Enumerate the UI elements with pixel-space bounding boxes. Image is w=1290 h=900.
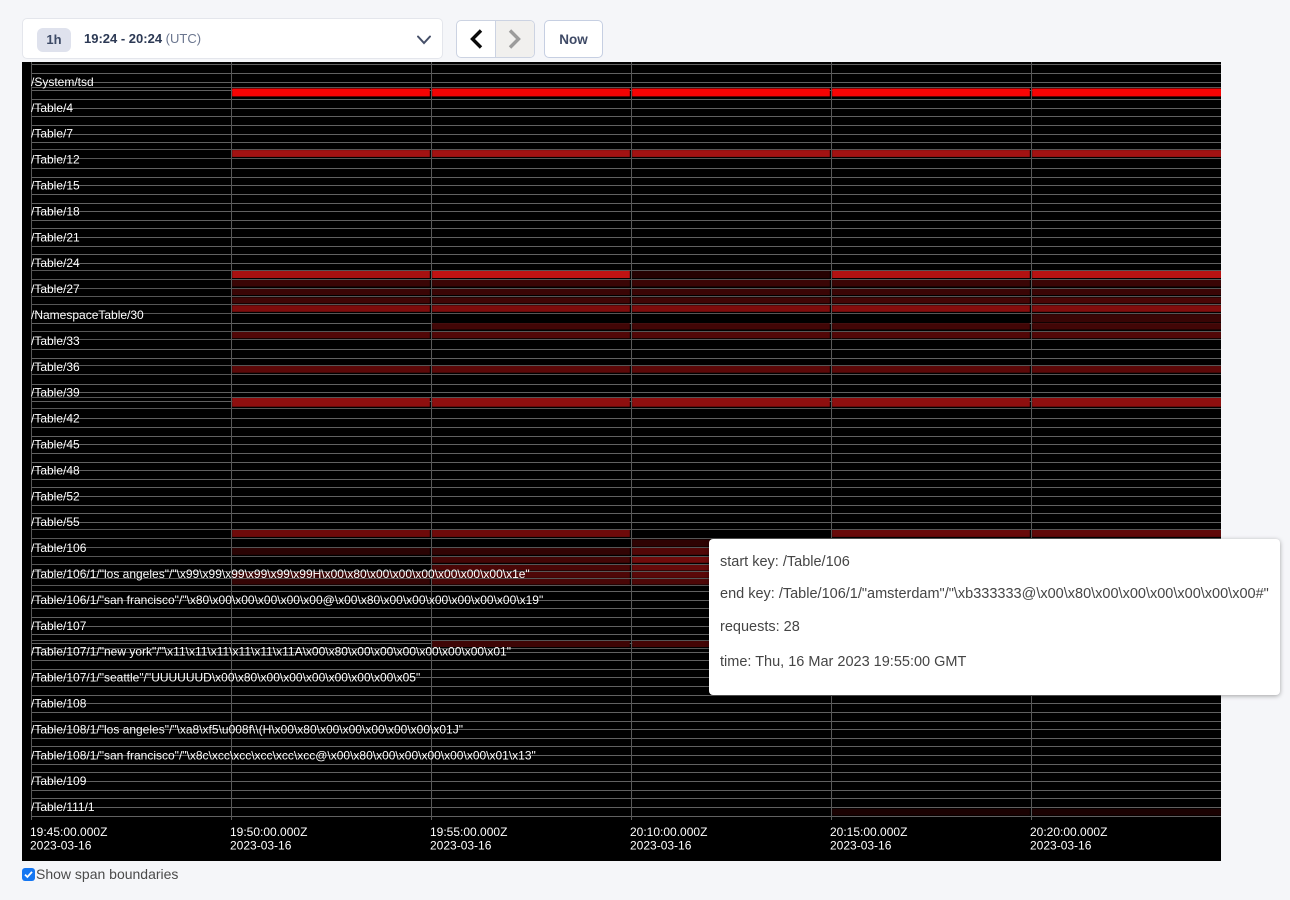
- svg-text:19:45:00.000Z: 19:45:00.000Z: [30, 825, 107, 839]
- svg-text:/Table/4: /Table/4: [31, 101, 73, 115]
- svg-text:/Table/48: /Table/48: [31, 463, 80, 477]
- svg-text:/Table/106: /Table/106: [31, 541, 87, 555]
- svg-text:/Table/106/1/"los angeles"/"\x: /Table/106/1/"los angeles"/"\x99\x99\x99…: [31, 567, 530, 581]
- svg-text:/Table/21: /Table/21: [31, 230, 80, 244]
- svg-text:/Table/106/1/"san francisco"/": /Table/106/1/"san francisco"/"\x80\x00\x…: [31, 593, 543, 607]
- svg-text:20:10:00.000Z: 20:10:00.000Z: [630, 825, 707, 839]
- svg-text:20:20:00.000Z: 20:20:00.000Z: [1030, 825, 1107, 839]
- svg-text:/Table/18: /Table/18: [31, 204, 80, 218]
- svg-text:/Table/36: /Table/36: [31, 360, 80, 374]
- svg-text:/Table/39: /Table/39: [31, 386, 80, 400]
- svg-text:19:55:00.000Z: 19:55:00.000Z: [430, 825, 507, 839]
- svg-text:/Table/107/1/"new york"/"\x11\: /Table/107/1/"new york"/"\x11\x11\x11\x1…: [31, 645, 511, 659]
- svg-text:/Table/27: /Table/27: [31, 282, 80, 296]
- svg-text:/Table/12: /Table/12: [31, 153, 80, 167]
- svg-text:20:15:00.000Z: 20:15:00.000Z: [830, 825, 907, 839]
- svg-text:/Table/55: /Table/55: [31, 515, 80, 529]
- svg-text:/Table/15: /Table/15: [31, 179, 80, 193]
- svg-text:/Table/108/1/"los angeles"/"\x: /Table/108/1/"los angeles"/"\xa8\xf5\u00…: [31, 722, 463, 736]
- svg-text:/Table/7: /Table/7: [31, 127, 73, 141]
- svg-text:/NamespaceTable/30: /NamespaceTable/30: [31, 308, 144, 322]
- svg-text:/Table/45: /Table/45: [31, 438, 80, 452]
- svg-text:/System/tsd: /System/tsd: [31, 75, 94, 89]
- svg-text:19:50:00.000Z: 19:50:00.000Z: [230, 825, 307, 839]
- svg-text:/Table/24: /Table/24: [31, 256, 80, 270]
- svg-text:/Table/107/1/"seattle"/"UUUUUU: /Table/107/1/"seattle"/"UUUUUUD\x00\x80\…: [31, 671, 420, 685]
- svg-text:/Table/108: /Table/108: [31, 697, 87, 711]
- svg-text:2023-03-16: 2023-03-16: [230, 839, 292, 853]
- svg-text:/Table/107: /Table/107: [31, 619, 87, 633]
- svg-text:/Table/42: /Table/42: [31, 412, 80, 426]
- svg-text:2023-03-16: 2023-03-16: [1030, 839, 1092, 853]
- svg-text:/Table/52: /Table/52: [31, 489, 80, 503]
- svg-text:2023-03-16: 2023-03-16: [830, 839, 892, 853]
- svg-text:/Table/111/1: /Table/111/1: [31, 800, 95, 814]
- svg-text:/Table/109: /Table/109: [31, 774, 87, 788]
- svg-text:2023-03-16: 2023-03-16: [430, 839, 492, 853]
- svg-text:2023-03-16: 2023-03-16: [630, 839, 692, 853]
- svg-text:/Table/108/1/"san francisco"/": /Table/108/1/"san francisco"/"\x8c\xcc\x…: [31, 748, 536, 762]
- svg-text:2023-03-16: 2023-03-16: [30, 839, 92, 853]
- svg-text:/Table/33: /Table/33: [31, 334, 80, 348]
